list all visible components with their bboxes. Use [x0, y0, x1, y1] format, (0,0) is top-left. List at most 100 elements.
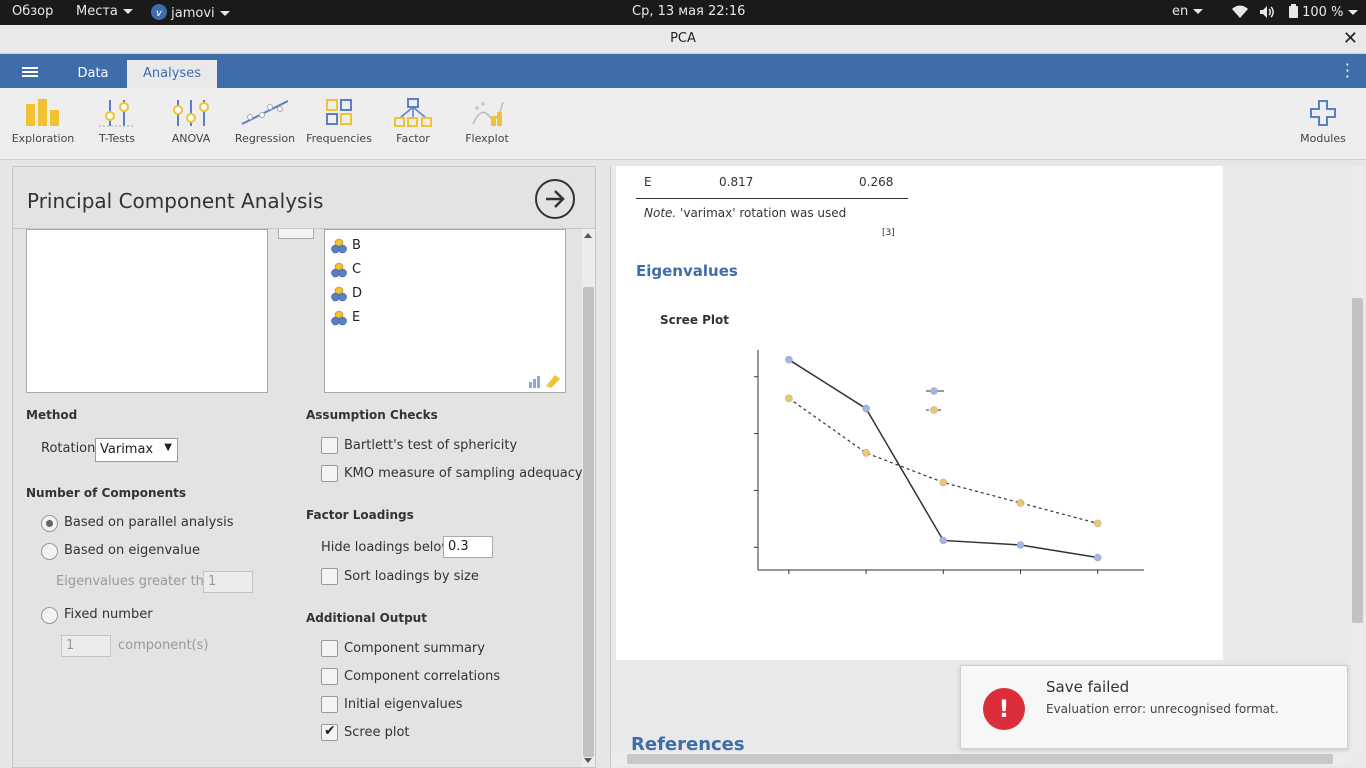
flexplot-icon	[472, 101, 504, 126]
legend-marker	[930, 406, 938, 414]
kmo-checkbox[interactable]	[321, 465, 338, 482]
chevron-down-icon	[1348, 10, 1359, 15]
available-variables-list[interactable]	[26, 229, 268, 393]
arrow-right-icon[interactable]	[535, 179, 575, 219]
ribbon-label: Flexplot	[465, 132, 509, 145]
language-indicator[interactable]: en	[1172, 4, 1204, 19]
exploration-icon	[26, 99, 59, 126]
ribbon-exploration[interactable]: Exploration	[6, 98, 80, 145]
sort-loadings-label: Sort loadings by size	[344, 569, 479, 584]
caret-down-icon: ▼	[164, 442, 172, 453]
scrollbar-thumb[interactable]	[583, 287, 594, 757]
ribbon-frequencies[interactable]: Frequencies	[302, 98, 376, 145]
data-point	[1016, 541, 1025, 549]
tab-data[interactable]: Data	[63, 60, 123, 88]
results-scrollbar[interactable]	[1351, 166, 1364, 752]
reference-marker[interactable]: [3]	[882, 228, 895, 238]
scree-plot-checkbox[interactable]	[321, 723, 338, 741]
notification-title: Save failed	[1046, 678, 1130, 696]
eigenvalue-radio[interactable]	[41, 543, 58, 560]
fixed-number-radio[interactable]	[41, 607, 58, 624]
tab-analyses[interactable]: Analyses	[127, 60, 217, 88]
ribbon-modules[interactable]: Modules	[1286, 98, 1360, 145]
ribbon-regression[interactable]: Regression	[228, 98, 302, 145]
scree-plot-label: Scree plot	[344, 725, 410, 740]
battery-label: 100 %	[1302, 5, 1344, 20]
more-options-icon[interactable]: · · ·	[1345, 57, 1350, 85]
table-note: Note. 'varimax' rotation was used	[644, 206, 846, 220]
plus-icon	[1310, 100, 1336, 126]
rotation-label: Rotation	[41, 441, 96, 456]
ribbon-factor[interactable]: Factor	[376, 98, 450, 145]
ribbon-label: ANOVA	[171, 132, 211, 145]
parallel-analysis-radio[interactable]	[41, 515, 58, 532]
component-summary-checkbox[interactable]	[321, 640, 338, 657]
variable-label: D	[352, 286, 363, 301]
component-unit-label: component(s)	[118, 638, 209, 653]
window-title: PCA	[670, 31, 696, 46]
data-point	[1093, 519, 1102, 528]
eigen-threshold-input[interactable]: 1	[203, 571, 253, 593]
app-menu[interactable]: v jamovi	[151, 4, 230, 21]
places-menu[interactable]: Места	[76, 4, 133, 19]
ribbon-anova[interactable]: ANOVA	[154, 98, 228, 145]
ribbon-label: Factor	[396, 132, 430, 145]
menu-icon[interactable]	[22, 67, 38, 77]
continuous-variable-icon	[331, 286, 347, 302]
battery-indicator[interactable]: 100 %	[1289, 4, 1359, 20]
scree-plot-title: Scree Plot	[660, 313, 730, 327]
component-correlations-checkbox[interactable]	[321, 668, 338, 685]
scrollbar-thumb[interactable]	[1352, 298, 1363, 623]
data-point	[785, 355, 793, 364]
fixed-number-label: Fixed number	[64, 607, 153, 622]
close-icon[interactable]: ✕	[1343, 25, 1358, 53]
variable-label: C	[352, 262, 362, 277]
continuous-variable-icon	[331, 262, 347, 278]
regression-icon	[241, 100, 289, 125]
assumption-heading: Assumption Checks	[306, 408, 438, 422]
rotation-value: Varimax	[100, 442, 154, 457]
app-label: jamovi	[171, 6, 215, 21]
selected-variables-list[interactable]: B C D E	[324, 229, 566, 393]
analysis-ribbon: Exploration T-Tests ANOVA Regression Fre…	[0, 88, 1366, 160]
data-point	[1093, 553, 1102, 562]
scroll-up-icon[interactable]	[584, 233, 592, 238]
fixed-number-input[interactable]: 1	[61, 635, 111, 657]
component-correlations-label: Component correlations	[344, 669, 501, 684]
ribbon-label: Regression	[234, 132, 296, 145]
parallel-analysis-label: Based on parallel analysis	[64, 515, 234, 530]
clock[interactable]: Ср, 13 мая 22:16	[632, 4, 745, 19]
move-variable-button[interactable]	[278, 229, 314, 239]
scroll-down-icon[interactable]	[584, 758, 592, 763]
chevron-down-icon	[1193, 9, 1204, 14]
hide-loadings-input[interactable]: 0.3	[443, 536, 493, 558]
activities-button[interactable]: Обзор	[12, 4, 53, 19]
chevron-down-icon	[219, 11, 230, 16]
ribbon-t-tests[interactable]: T-Tests	[80, 98, 154, 145]
data-point	[939, 478, 948, 487]
data-point	[1016, 499, 1025, 507]
options-scrollbar[interactable]	[582, 229, 595, 767]
wifi-icon[interactable]	[1232, 5, 1248, 23]
hide-loadings-label: Hide loadings below	[321, 540, 453, 555]
series-line	[788, 397, 1098, 524]
ribbon-flexplot[interactable]: Flexplot	[450, 98, 524, 145]
sort-loadings-checkbox[interactable]	[321, 568, 338, 585]
anova-icon	[173, 100, 209, 126]
factor-icon	[394, 98, 432, 127]
scrollbar-thumb[interactable]	[627, 754, 1333, 764]
measure-type-icon	[529, 375, 560, 388]
notification-message: Evaluation error: unrecognised format.	[1046, 702, 1279, 716]
legend-marker	[930, 387, 938, 395]
bartlett-checkbox[interactable]	[321, 437, 338, 454]
data-point	[862, 404, 870, 413]
system-top-bar: Обзор Места v jamovi Ср, 13 мая 22:16 en…	[0, 0, 1366, 25]
initial-eigenvalues-checkbox[interactable]	[321, 696, 338, 713]
volume-icon[interactable]	[1259, 5, 1275, 23]
component-summary-label: Component summary	[344, 641, 485, 656]
rotation-select[interactable]: Varimax ▼	[95, 438, 178, 462]
error-notification[interactable]: ! Save failed Evaluation error: unrecogn…	[960, 665, 1348, 749]
results-document: E 0.817 0.268 Note. 'varimax' rotation w…	[616, 166, 1223, 660]
scree-plot[interactable]	[656, 334, 1156, 634]
results-horizontal-scrollbar[interactable]	[611, 752, 1351, 766]
